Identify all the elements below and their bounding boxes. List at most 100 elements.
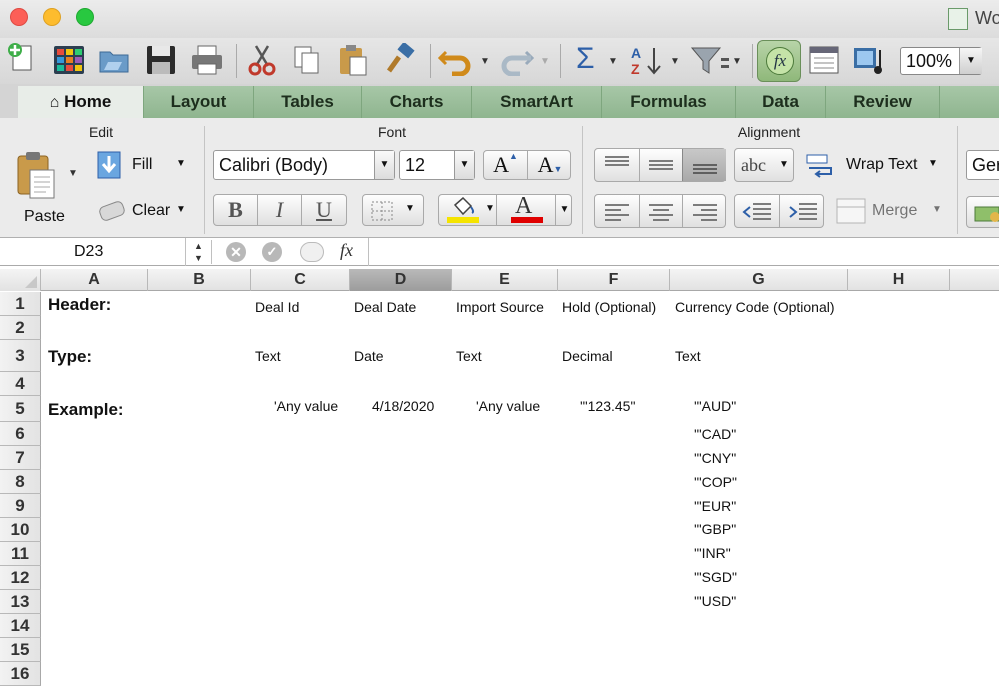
- font-color-button[interactable]: A ▼: [497, 193, 573, 225]
- close-window-button[interactable]: [10, 8, 28, 26]
- cell-g5[interactable]: '"AUD": [694, 398, 736, 414]
- row-header-8[interactable]: 8: [0, 470, 41, 494]
- row-header-12[interactable]: 12: [0, 566, 41, 590]
- sort-icon[interactable]: AZ: [628, 44, 668, 78]
- filter-icon[interactable]: [690, 44, 730, 78]
- row-header-3[interactable]: 3: [0, 340, 41, 372]
- sort-dropdown-icon[interactable]: ▼: [670, 56, 680, 67]
- cut-icon[interactable]: [246, 44, 278, 76]
- row-header-1[interactable]: 1: [0, 292, 41, 316]
- highlight-color-button[interactable]: ▼: [439, 195, 497, 225]
- insert-function-button[interactable]: fx: [340, 240, 353, 261]
- autosum-dropdown-icon[interactable]: ▼: [608, 56, 618, 67]
- tab-layout[interactable]: Layout: [144, 86, 254, 118]
- zoom-window-button[interactable]: [76, 8, 94, 26]
- row-header-11[interactable]: 11: [0, 542, 41, 566]
- bold-button[interactable]: B: [214, 195, 258, 225]
- copy-icon[interactable]: [292, 44, 322, 76]
- cell-a1[interactable]: Header:: [48, 295, 111, 315]
- decrease-indent-icon[interactable]: [741, 201, 773, 223]
- sheet-grid[interactable]: [41, 291, 999, 686]
- cell-d3[interactable]: Date: [354, 348, 384, 364]
- autosum-icon[interactable]: Σ: [576, 42, 595, 76]
- increase-indent-icon[interactable]: [787, 201, 819, 223]
- cell-g3[interactable]: Text: [675, 348, 701, 364]
- number-format-select[interactable]: Ger: [966, 150, 999, 180]
- formula-input[interactable]: [374, 242, 994, 262]
- cancel-entry-icon[interactable]: ✕: [226, 242, 246, 262]
- cell-g13[interactable]: '"USD": [694, 593, 736, 609]
- paste-dropdown-icon[interactable]: ▼: [68, 168, 78, 179]
- gallery-icon[interactable]: [52, 44, 86, 76]
- cell-c1[interactable]: Deal Id: [255, 299, 299, 315]
- grow-font-button[interactable]: A▲: [484, 151, 528, 179]
- row-header-15[interactable]: 15: [0, 638, 41, 662]
- cell-e1[interactable]: Import Source: [456, 299, 544, 315]
- paste-button[interactable]: ▼ Paste: [10, 144, 82, 230]
- italic-button[interactable]: I: [258, 195, 302, 225]
- cell-g12[interactable]: '"SGD": [694, 569, 737, 585]
- column-header-d[interactable]: D: [350, 269, 452, 291]
- borders-button[interactable]: ▼: [362, 194, 424, 226]
- cell-d5[interactable]: 4/18/2020: [372, 398, 434, 414]
- open-icon[interactable]: [98, 44, 132, 76]
- font-size-select[interactable]: 12 ▼: [399, 150, 475, 180]
- redo-icon[interactable]: [498, 46, 534, 76]
- select-all-button[interactable]: [0, 269, 41, 291]
- cell-e5[interactable]: 'Any value: [476, 398, 540, 414]
- new-icon[interactable]: [6, 42, 36, 78]
- cell-c5[interactable]: 'Any value: [274, 398, 338, 414]
- tab-home[interactable]: ⌂ Home: [18, 86, 144, 118]
- cell-d1[interactable]: Deal Date: [354, 299, 416, 315]
- save-icon[interactable]: [145, 44, 177, 76]
- column-header-b[interactable]: B: [148, 269, 251, 291]
- zoom-select[interactable]: 100% ▼: [900, 47, 982, 75]
- font-name-select[interactable]: Calibri (Body) ▼: [213, 150, 395, 180]
- tab-smartart[interactable]: SmartArt: [472, 86, 602, 118]
- row-header-13[interactable]: 13: [0, 590, 41, 614]
- column-header-g[interactable]: G: [670, 269, 848, 291]
- column-header-a[interactable]: A: [41, 269, 148, 291]
- row-header-10[interactable]: 10: [0, 518, 41, 542]
- tab-formulas[interactable]: Formulas: [602, 86, 736, 118]
- row-header-7[interactable]: 7: [0, 446, 41, 470]
- cell-g8[interactable]: '"COP": [694, 474, 737, 490]
- column-header-h[interactable]: H: [848, 269, 950, 291]
- cell-f1[interactable]: Hold (Optional): [562, 299, 656, 315]
- fill-button[interactable]: Fill ▼: [94, 150, 194, 180]
- column-header-i[interactable]: [950, 269, 999, 291]
- cell-e3[interactable]: Text: [456, 348, 482, 364]
- row-header-2[interactable]: 2: [0, 316, 41, 340]
- undo-dropdown-icon[interactable]: ▼: [480, 56, 490, 67]
- print-icon[interactable]: [190, 44, 224, 76]
- tab-tables[interactable]: Tables: [254, 86, 362, 118]
- merge-button[interactable]: Merge ▼: [834, 196, 950, 226]
- align-top-icon[interactable]: [603, 155, 631, 175]
- row-header-16[interactable]: 16: [0, 662, 41, 686]
- cell-g10[interactable]: '"GBP": [694, 521, 736, 537]
- underline-button[interactable]: U: [302, 195, 346, 225]
- confirm-entry-icon[interactable]: ✓: [262, 242, 282, 262]
- tab-review[interactable]: Review: [826, 86, 940, 118]
- media-icon[interactable]: [852, 44, 888, 76]
- orientation-button[interactable]: abc ▼: [734, 148, 794, 182]
- cell-f5[interactable]: '"123.45": [580, 398, 635, 414]
- cell-a3[interactable]: Type:: [48, 347, 92, 367]
- row-header-5[interactable]: 5: [0, 396, 41, 422]
- column-header-f[interactable]: F: [558, 269, 670, 291]
- function-menu-icon[interactable]: [300, 242, 324, 262]
- column-header-e[interactable]: E: [452, 269, 558, 291]
- tab-data[interactable]: Data: [736, 86, 826, 118]
- currency-format-button[interactable]: [966, 196, 999, 228]
- name-box-stepper[interactable]: ▲ ▼: [186, 240, 212, 264]
- redo-dropdown-icon[interactable]: ▼: [540, 56, 550, 67]
- align-bottom-button[interactable]: [682, 149, 726, 181]
- paste-icon[interactable]: [337, 43, 369, 77]
- align-middle-icon[interactable]: [647, 155, 675, 175]
- formula-builder-button[interactable]: fx: [757, 40, 801, 82]
- format-painter-icon[interactable]: [383, 43, 417, 77]
- filter-dropdown-icon[interactable]: ▼: [732, 56, 742, 67]
- name-box[interactable]: D23: [0, 238, 186, 266]
- cell-g9[interactable]: '"EUR": [694, 498, 736, 514]
- cell-f3[interactable]: Decimal: [562, 348, 613, 364]
